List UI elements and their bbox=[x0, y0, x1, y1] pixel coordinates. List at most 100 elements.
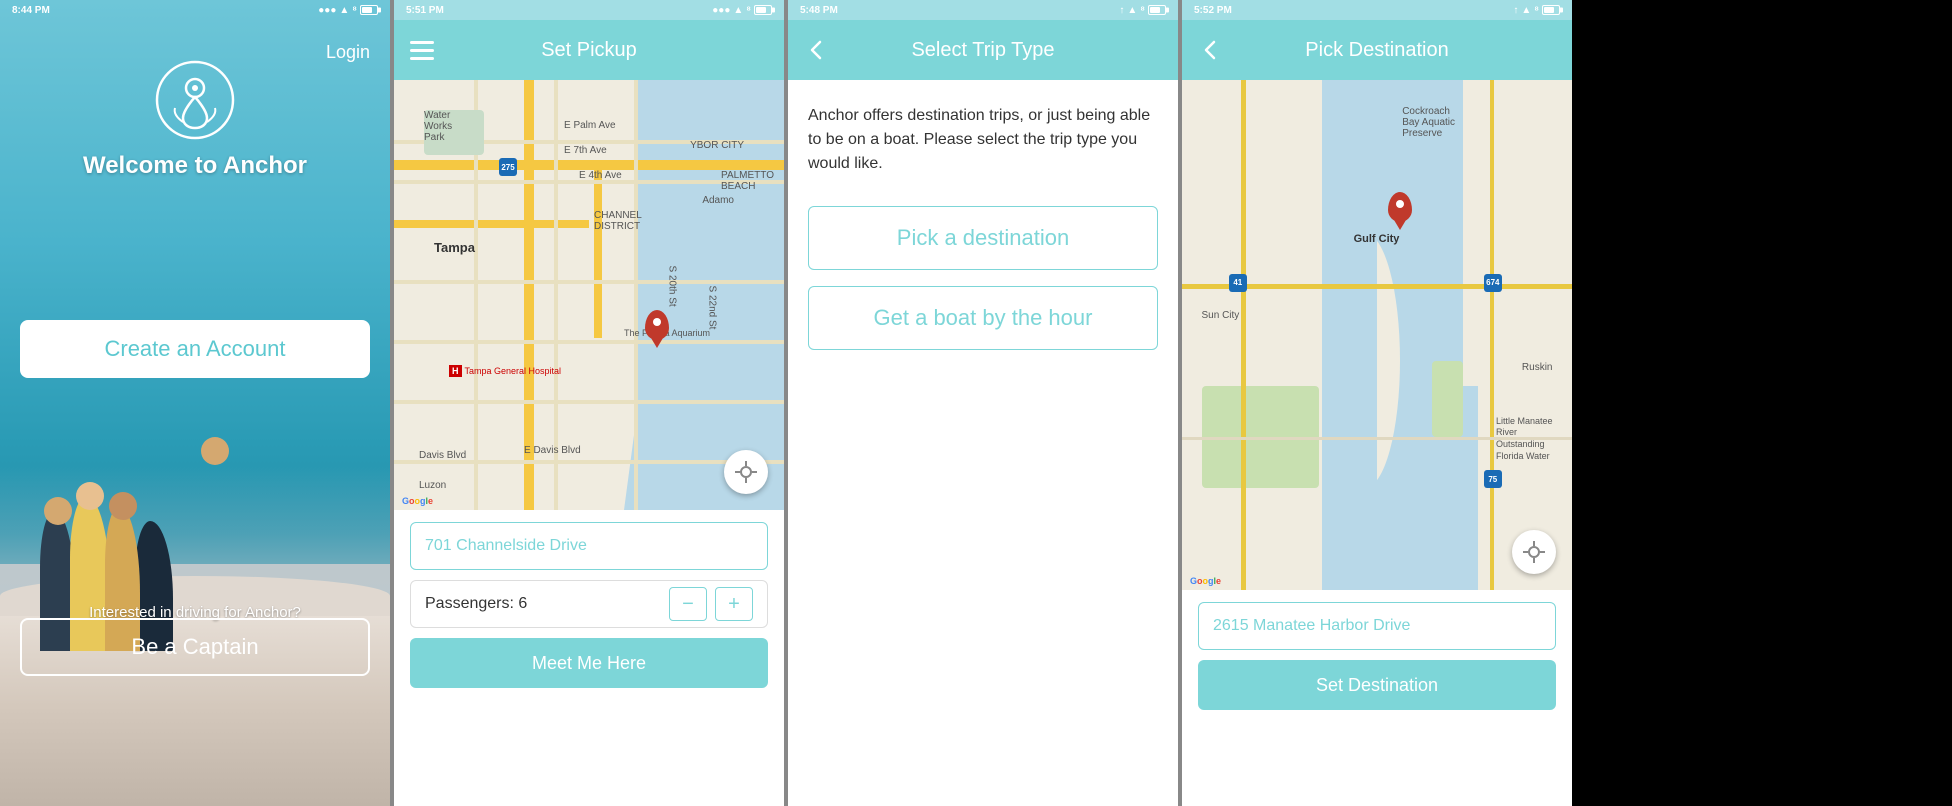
road-minor-5 bbox=[394, 400, 784, 404]
i75-badge: 75 bbox=[1484, 470, 1502, 488]
dest-pin-body bbox=[1388, 192, 1412, 222]
status-time-2: 5:51 PM bbox=[406, 5, 444, 16]
passengers-label: Passengers: 6 bbox=[425, 595, 527, 613]
adamo-label: Adamo bbox=[702, 195, 734, 206]
green-park bbox=[1432, 361, 1463, 438]
signal-icon-3: ↑ bbox=[1119, 5, 1124, 16]
dest-back-arrow-icon bbox=[1202, 38, 1218, 62]
screen-dest: 5:52 PM ↑ ▲ ⁸ Pick Destination bbox=[1182, 0, 1572, 806]
trip-header-title: Select Trip Type bbox=[911, 39, 1054, 62]
pick-destination-button[interactable]: Pick a destination bbox=[808, 206, 1158, 270]
i41-badge: 41 bbox=[1229, 274, 1247, 292]
pickup-header: Set Pickup bbox=[394, 20, 784, 80]
cockroach-bay-label: CockroachBay AquaticPreserve bbox=[1402, 106, 1455, 139]
gulf-highway-v bbox=[1241, 80, 1246, 590]
create-account-button[interactable]: Create an Account bbox=[20, 320, 370, 378]
edavis-label: E Davis Blvd bbox=[524, 445, 581, 456]
road-h2 bbox=[394, 220, 589, 228]
epalm-label: E Palm Ave bbox=[564, 120, 616, 131]
address-input[interactable] bbox=[410, 522, 768, 570]
set-destination-button[interactable]: Set Destination bbox=[1198, 660, 1556, 710]
status-icons-1: ●●● ▲ ⁸ bbox=[318, 5, 378, 16]
create-account-label: Create an Account bbox=[104, 336, 285, 362]
e4th-label: E 4th Ave bbox=[579, 170, 622, 181]
luzon-label: Luzon bbox=[419, 480, 446, 491]
signal-icon-4: ↑ bbox=[1513, 5, 1518, 16]
head-4 bbox=[201, 437, 229, 465]
status-time-3: 5:48 PM bbox=[800, 5, 838, 16]
dest-controls: Set Destination bbox=[1182, 590, 1572, 722]
status-icons-2: ●●● ▲ ⁸ bbox=[712, 5, 772, 16]
dest-address-input[interactable] bbox=[1198, 602, 1556, 650]
battery-icon bbox=[360, 5, 378, 15]
hospital-label: Tampa General Hospital bbox=[465, 366, 562, 376]
signal-icon-2: ●●● bbox=[712, 5, 730, 16]
pickup-map[interactable]: Tampa WaterWorksPark CHANNELDISTRICT YBO… bbox=[394, 80, 784, 510]
wifi-icon-4: ▲ bbox=[1521, 5, 1531, 16]
passengers-row: Passengers: 6 − + bbox=[410, 580, 768, 628]
decrement-icon: − bbox=[682, 593, 694, 616]
crosshair-icon bbox=[735, 461, 757, 483]
status-bar-3: 5:48 PM ↑ ▲ ⁸ bbox=[788, 0, 1178, 20]
back-button[interactable] bbox=[804, 38, 828, 62]
trip-content: Anchor offers destination trips, or just… bbox=[788, 80, 1178, 390]
dest-back-button[interactable] bbox=[1198, 38, 1222, 62]
road-minor-3 bbox=[394, 280, 784, 284]
dest-crosshair-icon bbox=[1523, 541, 1545, 563]
head-2 bbox=[76, 482, 104, 510]
bluetooth-icon-3: ⁸ bbox=[1140, 5, 1145, 16]
s20th-label: S 20th St bbox=[667, 266, 678, 307]
land-right bbox=[1463, 80, 1572, 590]
pickup-header-title: Set Pickup bbox=[541, 39, 637, 62]
pin-body bbox=[645, 310, 669, 340]
pickup-controls: Passengers: 6 − + Meet Me Here bbox=[394, 510, 784, 700]
hospital-area: H Tampa General Hospital bbox=[449, 365, 561, 377]
status-bar-2: 5:51 PM ●●● ▲ ⁸ bbox=[394, 0, 784, 20]
dest-map-pin bbox=[1385, 192, 1415, 232]
increment-icon: + bbox=[728, 593, 740, 616]
waterworks-label: WaterWorksPark bbox=[424, 110, 452, 143]
hamburger-line-2 bbox=[410, 49, 434, 52]
set-destination-label: Set Destination bbox=[1316, 675, 1438, 696]
back-arrow-icon bbox=[808, 38, 824, 62]
gulf-city-label: Gulf City bbox=[1354, 233, 1400, 245]
location-button[interactable] bbox=[724, 450, 768, 494]
welcome-title: Welcome to Anchor bbox=[83, 152, 307, 180]
davis-label: Davis Blvd bbox=[419, 450, 466, 461]
road-minor-v3 bbox=[634, 80, 638, 510]
signal-icon: ●●● bbox=[318, 5, 336, 16]
e7th-label: E 7th Ave bbox=[564, 145, 607, 156]
wifi-icon-2: ▲ bbox=[733, 5, 743, 16]
decrement-button[interactable]: − bbox=[669, 587, 707, 621]
hamburger-menu-button[interactable] bbox=[410, 41, 434, 60]
dest-map[interactable]: 674 75 41 CockroachBay AquaticPreserve G… bbox=[1182, 80, 1572, 590]
pin-dot bbox=[653, 318, 661, 326]
pickup-map-pin bbox=[642, 310, 672, 350]
dest-location-button[interactable] bbox=[1512, 530, 1556, 574]
dest-header-title: Pick Destination bbox=[1305, 39, 1448, 62]
increment-button[interactable]: + bbox=[715, 587, 753, 621]
status-bar-1: 8:44 PM ●●● ▲ ⁸ bbox=[0, 0, 390, 20]
hamburger-line-3 bbox=[410, 57, 434, 60]
ybor-label: YBOR CITY bbox=[690, 140, 744, 151]
get-boat-button[interactable]: Get a boat by the hour bbox=[808, 286, 1158, 350]
status-icons-3: ↑ ▲ ⁸ bbox=[1119, 5, 1166, 16]
hamburger-line-1 bbox=[410, 41, 434, 44]
dest-header: Pick Destination bbox=[1182, 20, 1572, 80]
ruskin-label: Ruskin bbox=[1522, 361, 1553, 374]
status-bar-4: 5:52 PM ↑ ▲ ⁸ bbox=[1182, 0, 1572, 20]
meet-here-button[interactable]: Meet Me Here bbox=[410, 638, 768, 688]
wifi-icon: ▲ bbox=[339, 5, 349, 16]
get-boat-label: Get a boat by the hour bbox=[874, 305, 1093, 331]
s22nd-label: S 22nd St bbox=[707, 286, 718, 330]
i674-badge: 674 bbox=[1484, 274, 1502, 292]
bluetooth-icon-4: ⁸ bbox=[1534, 5, 1539, 16]
road-v2 bbox=[594, 160, 602, 338]
channel-label: CHANNELDISTRICT bbox=[594, 210, 642, 232]
screen-pickup: 5:51 PM ●●● ▲ ⁸ Set Pickup bbox=[394, 0, 784, 806]
captain-button[interactable]: Be a Captain bbox=[20, 618, 370, 676]
captain-label: Be a Captain bbox=[131, 634, 258, 660]
head-1 bbox=[44, 497, 72, 525]
palmetto-label: PALMETTOBEACH bbox=[721, 170, 774, 192]
bay-left bbox=[1322, 80, 1377, 590]
